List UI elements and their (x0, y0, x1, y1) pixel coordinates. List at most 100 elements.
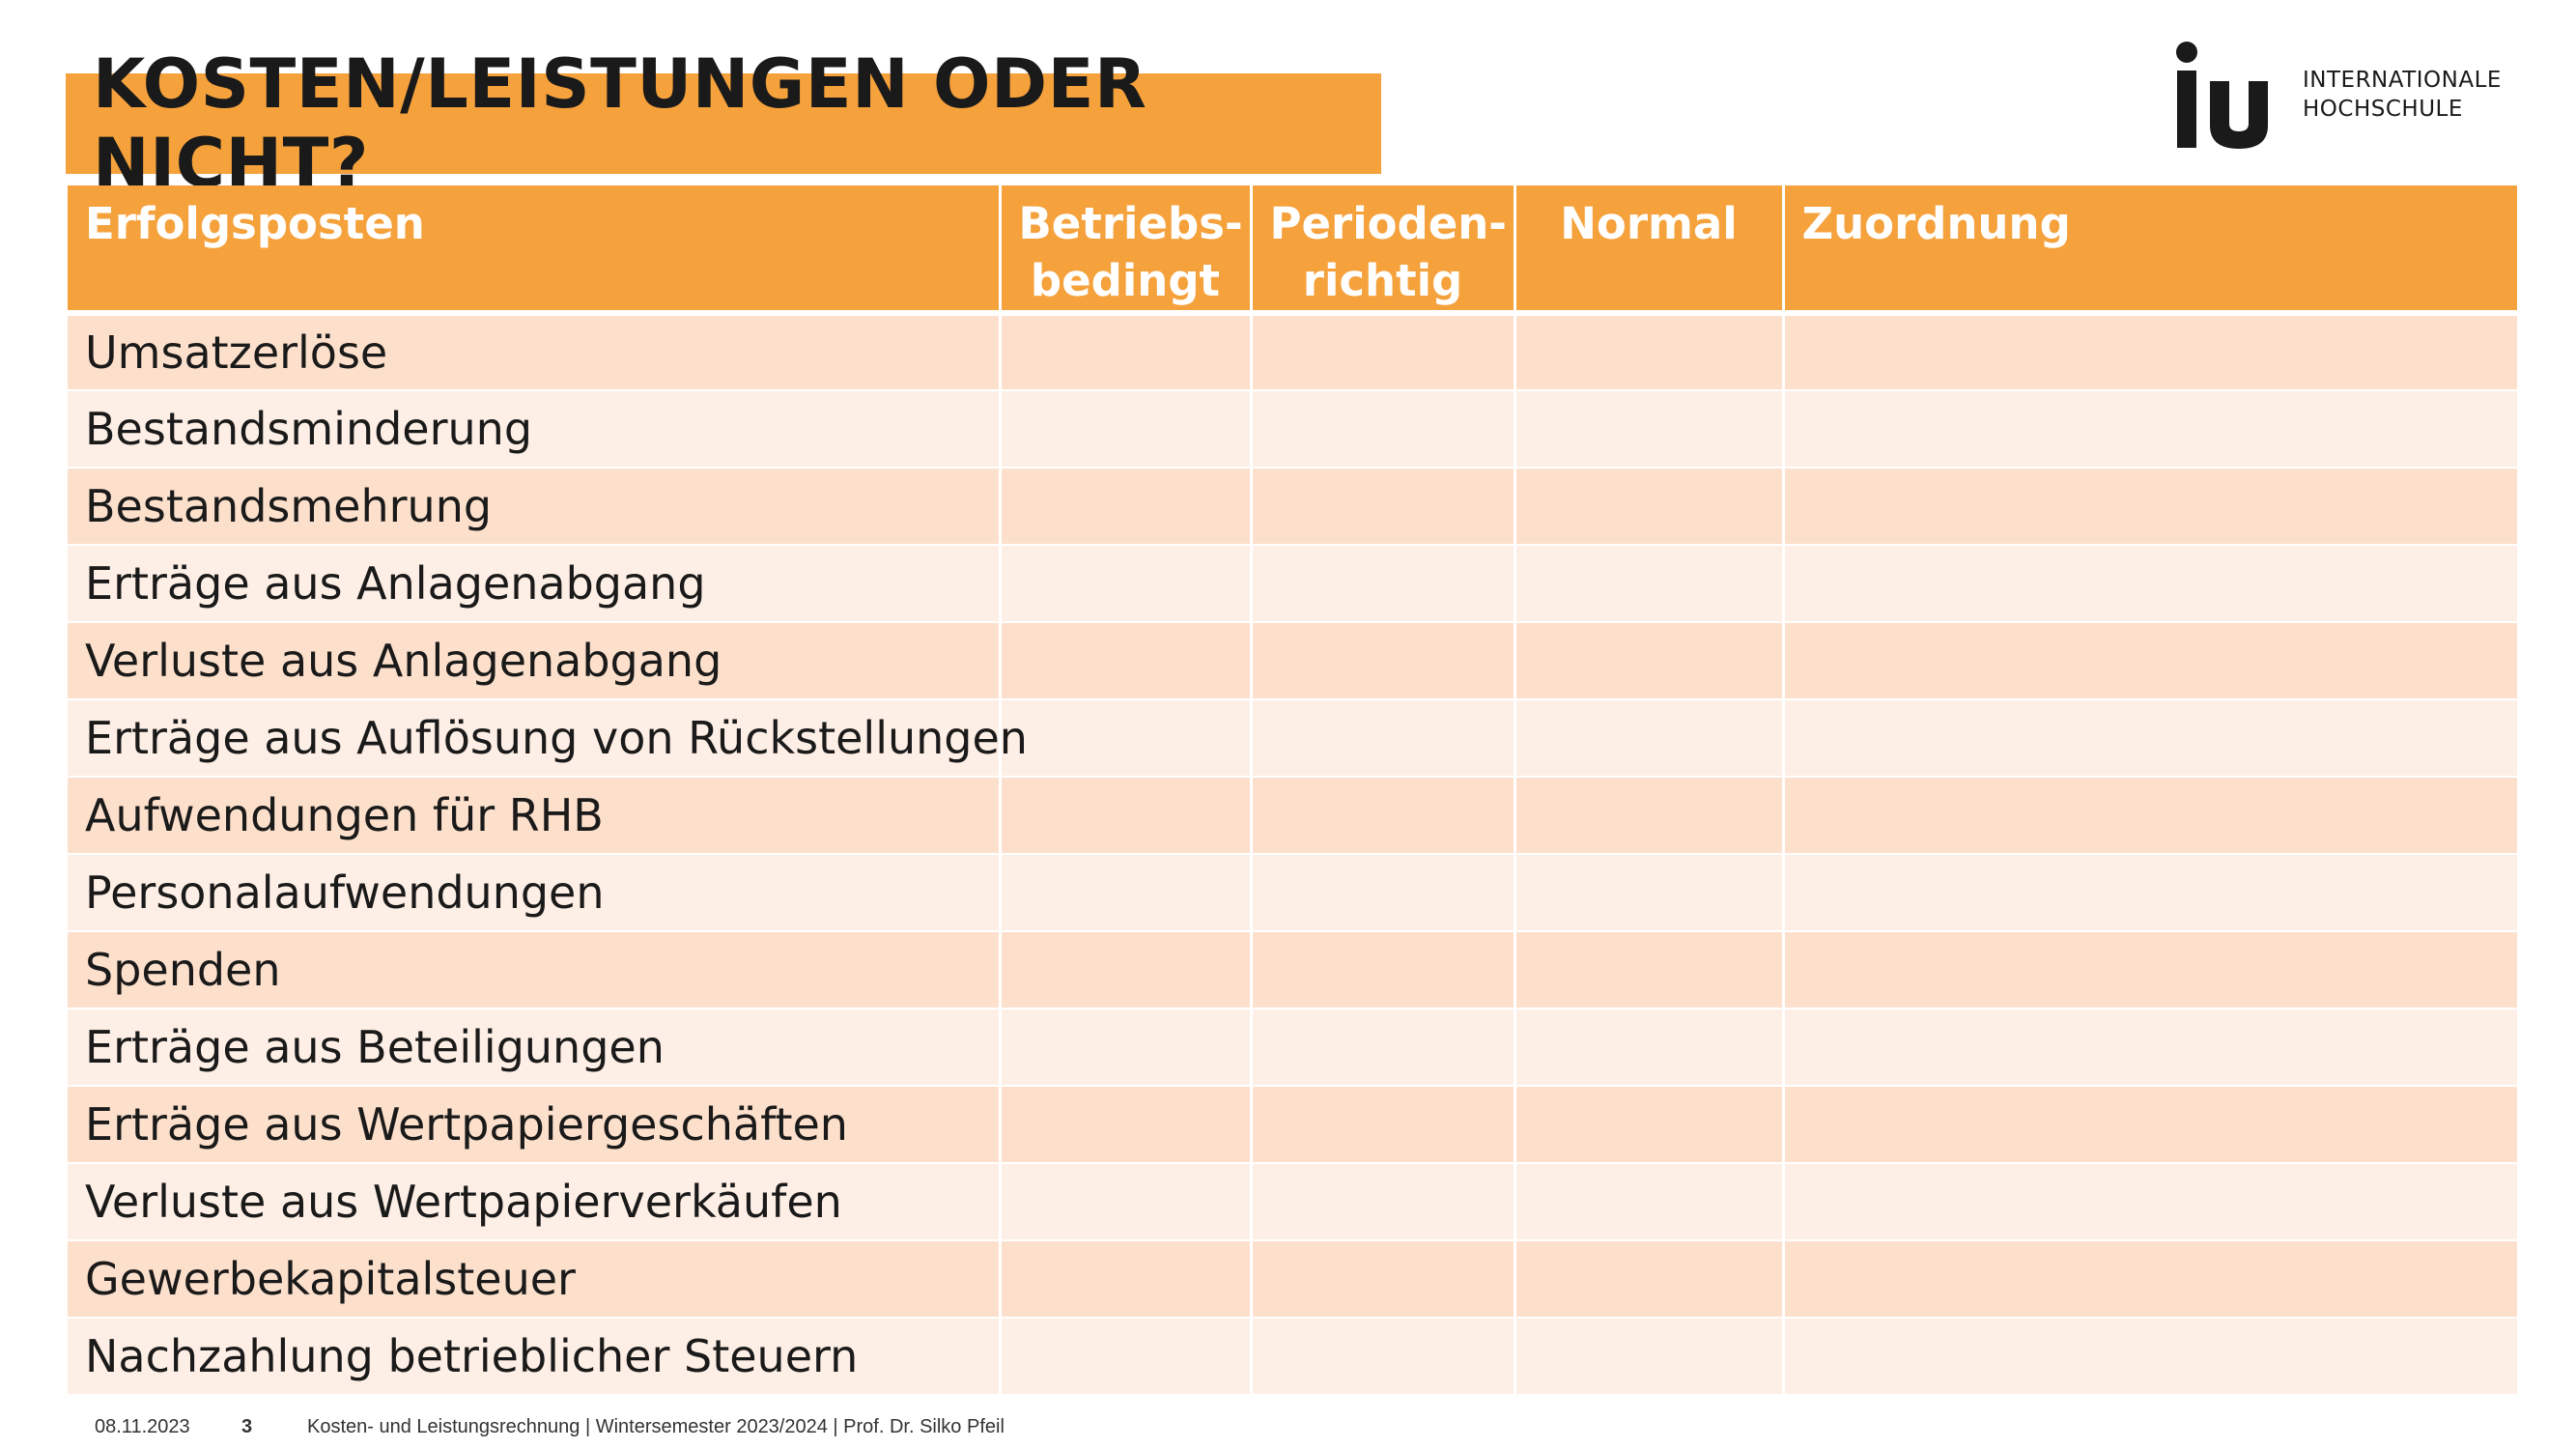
cell-zuordnung[interactable] (1781, 390, 2517, 469)
footer-page-number: 3 (241, 1416, 253, 1437)
cell-betriebsbedingt[interactable] (998, 545, 1251, 623)
cell-erfolgsposten: Aufwendungen für RHB (68, 777, 1000, 855)
cell-betriebsbedingt[interactable] (998, 313, 1251, 391)
table-row: Umsatzerlöse (68, 313, 2517, 391)
cell-normal[interactable] (1513, 931, 1783, 1009)
cell-erfolgsposten: Erträge aus Auflösung von Rückstellungen (68, 699, 1028, 778)
cell-zuordnung[interactable] (1781, 931, 2517, 1009)
cell-erfolgsposten: Verluste aus Wertpapierverkäufen (68, 1163, 1000, 1241)
cell-normal[interactable] (1513, 854, 1783, 932)
cell-normal[interactable] (1513, 1009, 1783, 1087)
cell-erfolgsposten: Personalaufwendungen (68, 854, 1000, 932)
cost-classification-table: Erfolgsposten Betriebs- bedingt Perioden… (68, 185, 2517, 1396)
cell-zuordnung[interactable] (1781, 622, 2517, 700)
table-row: Gewerbekapitalsteuer (68, 1240, 2517, 1319)
cell-betriebsbedingt[interactable] (998, 1009, 1251, 1087)
cell-zuordnung[interactable] (1781, 854, 2517, 932)
cell-normal[interactable] (1513, 1086, 1783, 1164)
cell-betriebsbedingt[interactable] (998, 390, 1251, 469)
cell-normal[interactable] (1513, 1163, 1783, 1241)
cell-erfolgsposten: Verluste aus Anlagenabgang (68, 622, 1000, 700)
table-row: Erträge aus Beteiligungen (68, 1009, 2517, 1087)
cell-periodenrichtig[interactable] (1249, 1318, 1514, 1396)
cell-periodenrichtig[interactable] (1249, 622, 1514, 700)
footer-course-info: Kosten- und Leistungsrechnung | Winterse… (307, 1416, 1005, 1437)
cell-erfolgsposten: Bestandsmehrung (68, 468, 1000, 546)
cell-periodenrichtig[interactable] (1249, 468, 1514, 546)
cell-periodenrichtig[interactable] (1249, 1240, 1514, 1319)
cell-betriebsbedingt[interactable] (998, 1318, 1251, 1396)
cell-normal[interactable] (1513, 699, 1783, 778)
cell-normal[interactable] (1513, 777, 1783, 855)
iu-logo-mark (2176, 42, 2268, 149)
table-row: Erträge aus Auflösung von Rückstellungen (68, 699, 2517, 778)
table-row: Verluste aus Anlagenabgang (68, 622, 2517, 700)
table-row: Erträge aus Wertpapiergeschäften (68, 1086, 2517, 1164)
cell-erfolgsposten: Spenden (68, 931, 1000, 1009)
cell-zuordnung[interactable] (1781, 1086, 2517, 1164)
logo-text-line1: INTERNATIONALE (2303, 68, 2502, 93)
cell-periodenrichtig[interactable] (1249, 390, 1514, 469)
header-periodenrichtig: Perioden- richtig (1249, 185, 1514, 316)
cell-zuordnung[interactable] (1781, 699, 2517, 778)
table-row: Nachzahlung betrieblicher Steuern (68, 1318, 2517, 1396)
cell-periodenrichtig[interactable] (1249, 854, 1514, 932)
cell-normal[interactable] (1513, 545, 1783, 623)
cell-periodenrichtig[interactable] (1249, 545, 1514, 623)
header-betriebsbedingt: Betriebs- bedingt (998, 185, 1251, 316)
cell-betriebsbedingt[interactable] (998, 468, 1251, 546)
footer-date: 08.11.2023 (95, 1416, 190, 1437)
table-row: Bestandsminderung (68, 390, 2517, 469)
cell-periodenrichtig[interactable] (1249, 1086, 1514, 1164)
cell-normal[interactable] (1513, 390, 1783, 469)
cell-normal[interactable] (1513, 468, 1783, 546)
cell-zuordnung[interactable] (1781, 1318, 2517, 1396)
cell-betriebsbedingt[interactable] (998, 777, 1251, 855)
table-row: Aufwendungen für RHB (68, 777, 2517, 855)
cell-periodenrichtig[interactable] (1249, 1163, 1514, 1241)
cell-periodenrichtig[interactable] (1249, 313, 1514, 391)
cell-normal[interactable] (1513, 622, 1783, 700)
cell-betriebsbedingt[interactable] (998, 1240, 1251, 1319)
cell-normal[interactable] (1513, 1318, 1783, 1396)
table-row: Bestandsmehrung (68, 468, 2517, 546)
cell-erfolgsposten: Umsatzerlöse (68, 313, 1000, 391)
header-zuordnung: Zuordnung (1781, 185, 2517, 316)
cell-erfolgsposten: Bestandsminderung (68, 390, 1000, 469)
cell-erfolgsposten: Nachzahlung betrieblicher Steuern (68, 1318, 1000, 1396)
table-row: Personalaufwendungen (68, 854, 2517, 932)
cell-zuordnung[interactable] (1781, 468, 2517, 546)
iu-logo: INTERNATIONALE HOCHSCHULE (2173, 39, 2502, 155)
table-header-row: Erfolgsposten Betriebs- bedingt Perioden… (68, 185, 2517, 316)
cell-periodenrichtig[interactable] (1249, 699, 1514, 778)
logo-text-line2: HOCHSCHULE (2303, 97, 2463, 122)
cell-periodenrichtig[interactable] (1249, 777, 1514, 855)
cell-erfolgsposten: Erträge aus Wertpapiergeschäften (68, 1086, 1000, 1164)
cell-betriebsbedingt[interactable] (998, 622, 1251, 700)
cell-periodenrichtig[interactable] (1249, 931, 1514, 1009)
cell-betriebsbedingt[interactable] (998, 854, 1251, 932)
cell-zuordnung[interactable] (1781, 1240, 2517, 1319)
slide-title: KOSTEN/LEISTUNGEN ODER NICHT? (93, 44, 1147, 203)
table-row: Verluste aus Wertpapierverkäufen (68, 1163, 2517, 1241)
title-banner: KOSTEN/LEISTUNGEN ODER NICHT? (66, 44, 1381, 203)
header-erfolgsposten: Erfolgsposten (68, 185, 1000, 316)
footer: 08.11.2023 3 Kosten- und Leistungsrechnu… (0, 1416, 2576, 1439)
cell-erfolgsposten: Gewerbekapitalsteuer (68, 1240, 1000, 1319)
cell-zuordnung[interactable] (1781, 545, 2517, 623)
cell-normal[interactable] (1513, 1240, 1783, 1319)
table-row: Erträge aus Anlagenabgang (68, 545, 2517, 623)
cell-betriebsbedingt[interactable] (998, 699, 1251, 778)
cell-periodenrichtig[interactable] (1249, 1009, 1514, 1087)
cell-zuordnung[interactable] (1781, 777, 2517, 855)
cell-zuordnung[interactable] (1781, 313, 2517, 391)
cell-erfolgsposten: Erträge aus Beteiligungen (68, 1009, 1000, 1087)
cell-betriebsbedingt[interactable] (998, 1163, 1251, 1241)
cell-normal[interactable] (1513, 313, 1783, 391)
cell-zuordnung[interactable] (1781, 1163, 2517, 1241)
cell-betriebsbedingt[interactable] (998, 931, 1251, 1009)
header-normal: Normal (1513, 185, 1783, 316)
cell-zuordnung[interactable] (1781, 1009, 2517, 1087)
table-row: Spenden (68, 931, 2517, 1009)
cell-betriebsbedingt[interactable] (998, 1086, 1251, 1164)
